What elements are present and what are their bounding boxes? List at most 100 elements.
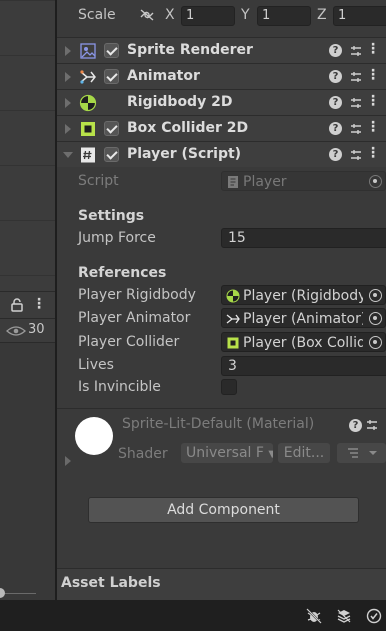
eye-icon[interactable]: [4, 325, 28, 337]
rigidbody2d-icon: [79, 94, 97, 112]
player-animator-field[interactable]: Player (Animator): [221, 308, 386, 328]
script-file-icon: [228, 176, 238, 188]
player-animator-label: Player Animator: [78, 310, 191, 326]
scale-label: Scale: [78, 7, 116, 23]
presets-icon[interactable]: [350, 148, 362, 162]
presets-icon[interactable]: [366, 418, 378, 432]
context-menu-icon[interactable]: ⋮: [366, 145, 380, 161]
context-menu-icon[interactable]: ⋮: [366, 67, 380, 83]
object-picker-icon[interactable]: [369, 289, 382, 302]
box-collider-icon: [81, 122, 95, 136]
presets-icon[interactable]: [350, 44, 362, 58]
list-icon: [348, 448, 377, 458]
scene-lower-area: [0, 343, 55, 600]
scene-toolbar: [0, 291, 55, 319]
object-picker-icon[interactable]: [369, 312, 382, 325]
scale-y-field[interactable]: 1: [257, 6, 311, 26]
bug-off-icon[interactable]: [306, 608, 322, 624]
help-icon[interactable]: ?: [329, 148, 342, 161]
script-icon: [81, 147, 95, 163]
script-field: Player: [221, 171, 386, 191]
context-menu-icon[interactable]: ⋮: [366, 41, 380, 57]
constrain-proportions-icon[interactable]: [139, 8, 155, 22]
material-name: Sprite-Lit-Default (Material): [122, 416, 315, 432]
foldout-arrow-icon[interactable]: [65, 98, 71, 108]
add-component-button[interactable]: Add Component: [88, 497, 359, 523]
asset-labels-title: Asset Labels: [61, 575, 161, 591]
component-rigidbody-2d[interactable]: Rigidbody 2D ? ⋮: [57, 89, 386, 115]
presets-icon[interactable]: [350, 122, 362, 136]
more-options-icon[interactable]: ⋮: [32, 296, 46, 312]
foldout-arrow-icon[interactable]: [65, 46, 71, 56]
lives-field[interactable]: 3: [221, 356, 386, 376]
material-preview: [75, 417, 113, 455]
shader-edit-button[interactable]: Edit...: [278, 443, 330, 463]
lives-label[interactable]: Lives: [78, 357, 114, 373]
animator-icon: [226, 314, 240, 324]
component-animator[interactable]: Animator ? ⋮: [57, 63, 386, 89]
help-icon[interactable]: ?: [329, 44, 342, 57]
references-header: References: [78, 265, 167, 281]
help-icon[interactable]: ?: [349, 419, 362, 432]
shader-dropdown[interactable]: Universal F ▼: [181, 443, 273, 463]
component-box-collider-2d[interactable]: Box Collider 2D ? ⋮: [57, 115, 386, 141]
enable-checkbox[interactable]: [104, 69, 119, 84]
player-collider-label: Player Collider: [78, 334, 180, 350]
player-collider-field[interactable]: Player (Box Collide: [221, 332, 386, 352]
component-name: Box Collider 2D: [127, 120, 249, 136]
asset-labels-section[interactable]: Asset Labels: [57, 568, 386, 600]
object-picker-icon[interactable]: [369, 336, 382, 349]
chevron-down-icon: ▼: [268, 449, 273, 460]
shader-options-dropdown[interactable]: [337, 443, 386, 463]
foldout-arrow-icon[interactable]: [65, 124, 71, 134]
scale-z-label[interactable]: Z: [317, 7, 327, 23]
scale-z-field[interactable]: 1: [333, 6, 386, 26]
check-circle-icon[interactable]: [366, 608, 382, 624]
sprite-renderer-icon: [80, 43, 96, 59]
layers-icon[interactable]: [336, 608, 352, 624]
component-sprite-renderer[interactable]: Sprite Renderer ? ⋮: [57, 37, 386, 63]
enable-checkbox[interactable]: [104, 147, 119, 162]
scale-row: Scale X 1 Y 1 Z 1: [57, 0, 386, 32]
enable-checkbox[interactable]: [104, 43, 119, 58]
status-bar: [0, 600, 386, 631]
player-rigidbody-label: Player Rigidbody: [78, 287, 196, 303]
is-invincible-label: Is Invincible: [78, 379, 161, 395]
component-name: Animator: [127, 68, 200, 84]
shader-label: Shader: [118, 446, 168, 462]
presets-icon[interactable]: [350, 70, 362, 84]
enable-checkbox[interactable]: [104, 121, 119, 136]
help-icon[interactable]: ?: [329, 70, 342, 83]
player-animator-value: Player (Animator): [243, 311, 363, 327]
material-section: Sprite-Lit-Default (Material) ? Shader U…: [57, 408, 386, 480]
script-label: Script: [78, 173, 119, 189]
player-rigidbody-field[interactable]: Player (Rigidbody: [221, 285, 386, 305]
scale-x-label[interactable]: X: [165, 7, 175, 23]
player-rigidbody-value: Player (Rigidbody: [243, 288, 363, 304]
scale-y-label[interactable]: Y: [241, 7, 250, 23]
help-icon[interactable]: ?: [329, 122, 342, 135]
box-collider-icon: [227, 337, 239, 349]
context-menu-icon[interactable]: ⋮: [366, 93, 380, 109]
component-name: Sprite Renderer: [127, 42, 253, 58]
scale-x-field[interactable]: 1: [181, 6, 235, 26]
jump-force-label[interactable]: Jump Force: [78, 230, 156, 246]
foldout-arrow-icon[interactable]: [65, 72, 71, 82]
foldout-arrow-icon[interactable]: [65, 456, 71, 466]
foldout-arrow-icon[interactable]: [63, 152, 73, 158]
shader-value: Universal F: [186, 445, 264, 461]
zoom-slider-track[interactable]: [0, 593, 36, 594]
is-invincible-checkbox[interactable]: [221, 379, 237, 395]
component-name: Player (Script): [127, 146, 242, 162]
component-name: Rigidbody 2D: [127, 94, 233, 110]
player-collider-value: Player (Box Collide: [243, 335, 363, 351]
context-menu-icon[interactable]: ⋮: [366, 119, 380, 135]
rigidbody2d-icon: [226, 289, 240, 303]
jump-force-field[interactable]: 15: [221, 228, 386, 248]
presets-icon[interactable]: [350, 96, 362, 110]
script-value: Player: [243, 174, 287, 190]
lock-icon[interactable]: [11, 298, 23, 312]
component-player-script[interactable]: Player (Script) ? ⋮: [57, 141, 386, 167]
visibility-count: 30: [28, 322, 45, 337]
help-icon[interactable]: ?: [329, 96, 342, 109]
